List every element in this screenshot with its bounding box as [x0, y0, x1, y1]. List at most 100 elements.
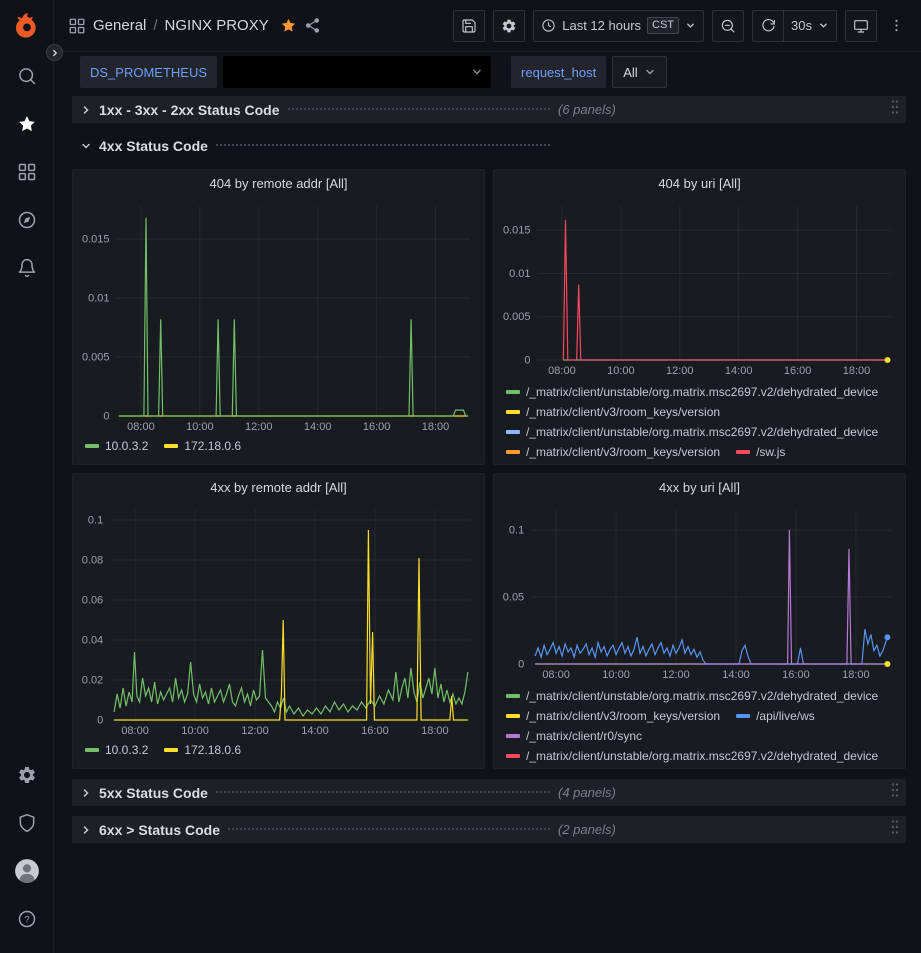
panel-title[interactable]: 4xx by remote addr [All] [73, 474, 484, 502]
chart-area[interactable]: 08:0010:0012:0014:0016:0018:0000.050.1 [494, 502, 905, 682]
legend-item[interactable]: /_matrix/client/v3/room_keys/version [506, 402, 720, 422]
avatar [14, 858, 40, 884]
panel-4xx-by-uri: 4xx by uri [All] 08:0010:0012:0014:0016:… [493, 473, 906, 769]
svg-text:12:00: 12:00 [662, 669, 690, 681]
row-6xx-status-code[interactable]: 6xx > Status Code (2 panels) [72, 816, 906, 843]
svg-text:0: 0 [103, 411, 109, 423]
chart-area[interactable]: 08:0010:0012:0014:0016:0018:0000.020.040… [73, 502, 484, 738]
svg-text:16:00: 16:00 [361, 725, 389, 737]
sidebar-configuration[interactable] [0, 751, 54, 799]
sidebar-server-admin[interactable] [0, 799, 54, 847]
legend-item[interactable]: 172.18.0.6 [164, 436, 241, 456]
legend-item[interactable]: /_matrix/client/v3/room_keys/version [506, 706, 720, 726]
svg-text:18:00: 18:00 [421, 725, 449, 737]
series-color-marker [506, 734, 520, 738]
sidebar-help[interactable]: ? [0, 895, 54, 943]
refresh-button[interactable] [752, 10, 784, 42]
sidebar-expand-button[interactable] [46, 44, 63, 61]
sidebar-dashboards[interactable] [0, 148, 54, 196]
chevron-down-icon [818, 20, 829, 31]
request-host-variable-label: request_host [511, 56, 606, 88]
legend-item[interactable]: /_matrix/client/r0/sync [506, 726, 642, 746]
svg-text:12:00: 12:00 [245, 421, 273, 433]
panel-title[interactable]: 4xx by uri [All] [494, 474, 905, 502]
series-color-marker [506, 390, 520, 394]
svg-text:10:00: 10:00 [181, 725, 209, 737]
shield-icon [17, 813, 37, 833]
dashboard-settings-button[interactable] [493, 10, 525, 42]
svg-text:0.015: 0.015 [503, 225, 531, 237]
sidebar-search[interactable] [0, 52, 54, 100]
chevron-down-icon [80, 140, 92, 152]
legend-item[interactable]: /sw.js [736, 442, 785, 462]
legend-item[interactable]: /_matrix/client/unstable/org.matrix.msc2… [506, 686, 878, 706]
row-1xx-3xx-2xx-status-code[interactable]: 1xx - 3xx - 2xx Status Code (6 panels) [72, 96, 906, 123]
row-drag-handle[interactable] [890, 782, 900, 803]
svg-text:18:00: 18:00 [842, 669, 870, 681]
legend-item[interactable]: /api/live/ws [736, 706, 815, 726]
grafana-logo[interactable] [12, 10, 42, 40]
series-color-marker [506, 410, 520, 414]
row-5xx-status-code[interactable]: 5xx Status Code (4 panels) [72, 779, 906, 806]
legend-item[interactable]: 172.18.0.6 [164, 740, 241, 760]
row-4xx-status-code[interactable]: 4xx Status Code [72, 132, 906, 159]
panel-title[interactable]: 404 by uri [All] [494, 170, 905, 198]
series-color-marker [736, 714, 750, 718]
favorite-star-icon[interactable] [280, 17, 297, 34]
sidebar-profile[interactable] [0, 847, 54, 895]
svg-text:0.01: 0.01 [509, 268, 530, 280]
dotted-leader [288, 108, 550, 110]
svg-text:0.015: 0.015 [82, 234, 110, 246]
chart-area[interactable]: 08:0010:0012:0014:0016:0018:0000.0050.01… [494, 198, 905, 378]
legend: /_matrix/client/unstable/org.matrix.msc2… [494, 682, 905, 768]
series-color-marker [506, 450, 520, 454]
top-navbar: General / NGINX PROXY [54, 0, 921, 52]
more-options-kebab[interactable] [885, 10, 907, 42]
chart-area[interactable]: 08:0010:0012:0014:0016:0018:0000.0050.01… [73, 198, 484, 434]
row-title: 6xx > Status Code [99, 822, 220, 838]
save-dashboard-button[interactable] [453, 10, 485, 42]
time-range-picker[interactable]: Last 12 hours CST [533, 10, 704, 42]
sidebar-alerting[interactable] [0, 244, 54, 292]
svg-text:0.01: 0.01 [88, 293, 109, 305]
legend-item[interactable]: 10.0.3.2 [85, 436, 148, 456]
svg-text:08:00: 08:00 [121, 725, 149, 737]
legend-item[interactable]: /_matrix/client/unstable/org.matrix.msc2… [506, 422, 878, 442]
refresh-group: 30s [752, 10, 837, 42]
breadcrumb-section[interactable]: General [93, 17, 146, 34]
legend-item[interactable]: /_matrix/client/unstable/org.matrix.msc2… [506, 746, 878, 766]
datasource-variable-select[interactable] [223, 56, 491, 88]
breadcrumb-dashboard-title[interactable]: NGINX PROXY [165, 17, 269, 34]
svg-text:0.06: 0.06 [82, 595, 103, 607]
chevron-down-icon [685, 20, 696, 31]
svg-text:0.05: 0.05 [503, 592, 524, 604]
row-drag-handle[interactable] [890, 819, 900, 840]
dashboards-grid-icon [17, 162, 37, 182]
series-color-marker [506, 430, 520, 434]
legend-item[interactable]: /_matrix/client/v3/room_keys/version [506, 442, 720, 462]
svg-text:0.08: 0.08 [82, 555, 103, 567]
monitor-icon [853, 18, 869, 34]
legend-item[interactable]: 10.0.3.2 [85, 740, 148, 760]
panel-title[interactable]: 404 by remote addr [All] [73, 170, 484, 198]
svg-text:14:00: 14:00 [304, 421, 332, 433]
refresh-interval-dropdown[interactable]: 30s [783, 10, 837, 42]
dotted-leader [228, 828, 550, 830]
row-title: 5xx Status Code [99, 785, 208, 801]
tv-mode-button[interactable] [845, 10, 877, 42]
chevron-right-icon [50, 48, 60, 58]
request-host-variable-select[interactable]: All [612, 56, 666, 88]
panel-4xx-by-remote-addr: 4xx by remote addr [All] 08:0010:0012:00… [72, 473, 485, 769]
row-drag-handle[interactable] [890, 99, 900, 120]
sidebar-starred[interactable] [0, 100, 54, 148]
svg-text:0.1: 0.1 [88, 515, 103, 527]
sidebar-explore[interactable] [0, 196, 54, 244]
panel-grid-4xx: 404 by remote addr [All] 08:0010:0012:00… [72, 169, 906, 769]
legend-item[interactable]: /_matrix/client/unstable/org.matrix.msc2… [506, 382, 878, 402]
datasource-variable-label: DS_PROMETHEUS [80, 56, 217, 88]
share-icon[interactable] [304, 17, 321, 34]
svg-text:0.1: 0.1 [509, 525, 524, 537]
zoom-out-time-button[interactable] [712, 10, 744, 42]
dotted-leader [216, 144, 550, 146]
svg-text:10:00: 10:00 [607, 365, 635, 377]
